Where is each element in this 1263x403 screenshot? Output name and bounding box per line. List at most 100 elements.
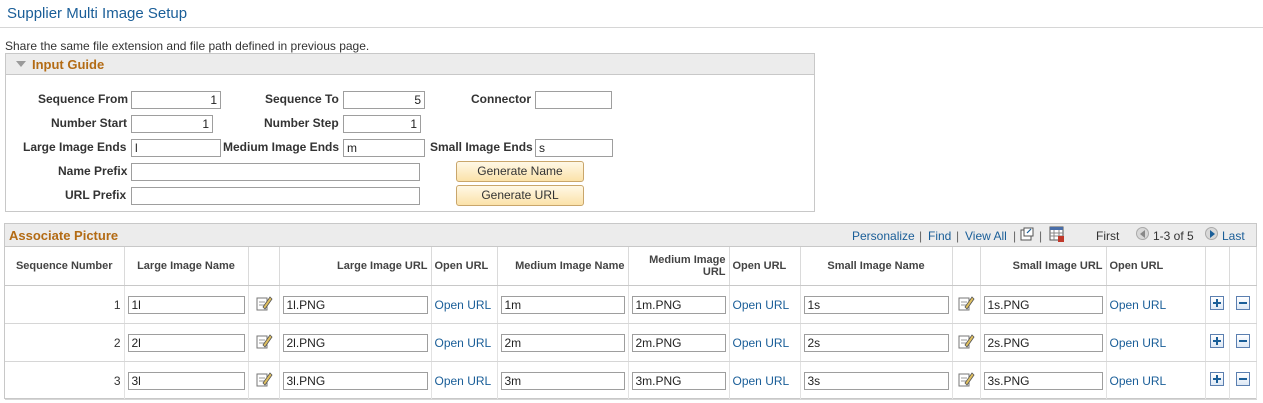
url-prefix-input[interactable] xyxy=(131,187,420,205)
open-url-link[interactable]: Open URL xyxy=(1110,374,1167,388)
column-header-small-image-name: Small Image Name xyxy=(800,247,953,286)
sequence-to-input[interactable]: 5 xyxy=(343,91,425,109)
small-image-name-input[interactable]: 1s xyxy=(803,295,949,314)
add-row-icon[interactable] xyxy=(1210,296,1224,310)
large-image-name-cell: 3l xyxy=(124,361,249,400)
small-image-url-cell: 1s.PNG xyxy=(980,285,1107,324)
connector-input[interactable] xyxy=(535,91,612,109)
find-link[interactable]: Find xyxy=(928,229,951,243)
personalize-link[interactable]: Personalize xyxy=(852,229,915,243)
generate-name-button[interactable]: Generate Name xyxy=(456,161,584,182)
grid-title: Associate Picture xyxy=(9,228,119,243)
edit-text-icon[interactable] xyxy=(255,332,273,350)
open-url-cell: Open URL xyxy=(729,361,801,400)
large-image-name-input[interactable]: 3l xyxy=(127,371,245,390)
small-image-url-cell: 2s.PNG xyxy=(980,323,1107,362)
collapse-triangle-icon[interactable] xyxy=(16,61,26,67)
input-guide-header[interactable]: Input Guide xyxy=(6,54,814,75)
large-image-url-cell: 3l.PNG xyxy=(279,361,432,400)
last-link[interactable]: Last xyxy=(1222,229,1245,243)
edit-cell xyxy=(248,285,280,324)
sequence-from-label: Sequence From xyxy=(38,92,129,106)
open-url-link[interactable]: Open URL xyxy=(1110,336,1167,350)
open-url-link[interactable]: Open URL xyxy=(733,336,790,350)
column-header-small-image-url: Small Image URL xyxy=(980,247,1107,286)
medium-image-name-input[interactable]: 3m xyxy=(500,371,625,390)
sequence-from-input[interactable]: 1 xyxy=(131,91,221,109)
open-url-link[interactable]: Open URL xyxy=(733,374,790,388)
large-image-url-input[interactable]: 2l.PNG xyxy=(282,333,428,352)
new-window-icon[interactable] xyxy=(1020,227,1034,244)
large-image-name-input[interactable]: 1l xyxy=(127,295,245,314)
next-page-icon[interactable] xyxy=(1205,227,1218,240)
open-url-cell: Open URL xyxy=(729,323,801,362)
small-image-url-cell: 3s.PNG xyxy=(980,361,1107,400)
small-image-url-input[interactable]: 3s.PNG xyxy=(983,371,1103,390)
open-url-link[interactable]: Open URL xyxy=(1110,298,1167,312)
large-image-url-cell: 1l.PNG xyxy=(279,285,432,324)
edit-text-icon[interactable] xyxy=(255,370,273,388)
add-row-icon[interactable] xyxy=(1210,372,1224,386)
medium-image-url-input[interactable]: 2m.PNG xyxy=(631,333,726,352)
column-header-blank xyxy=(952,247,981,286)
separator: | xyxy=(1039,229,1043,243)
number-step-input[interactable]: 1 xyxy=(343,115,421,133)
generate-url-button[interactable]: Generate URL xyxy=(456,185,584,206)
edit-text-icon[interactable] xyxy=(957,370,975,388)
delete-row-icon[interactable] xyxy=(1235,372,1250,386)
small-image-name-cell: 3s xyxy=(800,361,953,400)
small-image-name-input[interactable]: 2s xyxy=(803,333,949,352)
download-grid-icon[interactable] xyxy=(1049,226,1065,245)
medium-image-ends-input[interactable]: m xyxy=(343,139,425,157)
edit-text-icon[interactable] xyxy=(957,294,975,312)
column-header-blank xyxy=(1205,247,1230,286)
medium-image-url-cell: 1m.PNG xyxy=(628,285,730,324)
open-url-link[interactable]: Open URL xyxy=(435,336,492,350)
medium-image-url-cell: 2m.PNG xyxy=(628,323,730,362)
connector-label: Connector xyxy=(471,92,531,106)
medium-image-name-input[interactable]: 1m xyxy=(500,295,625,314)
add-row-icon[interactable] xyxy=(1210,334,1224,348)
sequence-number-cell: 3 xyxy=(5,361,125,400)
large-image-ends-input[interactable]: l xyxy=(131,139,221,157)
table-row: 3 3l 3l.PNG Open URL 3m 3m.PNG Open URL … xyxy=(5,361,1257,400)
medium-image-url-input[interactable]: 3m.PNG xyxy=(631,371,726,390)
edit-text-icon[interactable] xyxy=(255,294,273,312)
view-all-link[interactable]: View All xyxy=(965,229,1007,243)
medium-image-name-cell: 1m xyxy=(497,285,629,324)
input-guide-title: Input Guide xyxy=(32,56,105,72)
number-start-input[interactable]: 1 xyxy=(131,115,213,133)
large-image-url-input[interactable]: 1l.PNG xyxy=(282,295,428,314)
separator: | xyxy=(919,229,923,243)
medium-image-name-input[interactable]: 2m xyxy=(500,333,625,352)
separator: | xyxy=(1013,229,1017,243)
column-header-large-image-name: Large Image Name xyxy=(124,247,249,286)
open-url-link[interactable]: Open URL xyxy=(733,298,790,312)
delete-row-cell xyxy=(1229,285,1257,324)
small-image-url-input[interactable]: 1s.PNG xyxy=(983,295,1103,314)
intro-text: Share the same file extension and file p… xyxy=(5,39,370,53)
small-image-ends-input[interactable]: s xyxy=(535,139,613,157)
open-url-link[interactable]: Open URL xyxy=(435,298,492,312)
large-image-name-input[interactable]: 2l xyxy=(127,333,245,352)
medium-image-url-input[interactable]: 1m.PNG xyxy=(631,295,726,314)
small-image-name-cell: 2s xyxy=(800,323,953,362)
previous-page-icon[interactable] xyxy=(1136,227,1149,240)
number-start-label: Number Start xyxy=(51,116,128,130)
open-url-link[interactable]: Open URL xyxy=(435,374,492,388)
small-image-name-input[interactable]: 3s xyxy=(803,371,949,390)
delete-row-icon[interactable] xyxy=(1235,296,1250,310)
name-prefix-input[interactable] xyxy=(131,163,420,181)
large-image-url-input[interactable]: 3l.PNG xyxy=(282,371,428,390)
separator: | xyxy=(956,229,960,243)
row-range: 1-3 of 5 xyxy=(1153,229,1194,243)
edit-text-icon[interactable] xyxy=(957,332,975,350)
open-url-cell: Open URL xyxy=(431,361,498,400)
edit-cell xyxy=(952,361,981,400)
column-header-open-url: Open URL xyxy=(729,247,801,286)
delete-row-cell xyxy=(1229,323,1257,362)
delete-row-icon[interactable] xyxy=(1235,334,1250,348)
small-image-url-input[interactable]: 2s.PNG xyxy=(983,333,1103,352)
column-header-blank xyxy=(248,247,280,286)
open-url-cell: Open URL xyxy=(431,285,498,324)
